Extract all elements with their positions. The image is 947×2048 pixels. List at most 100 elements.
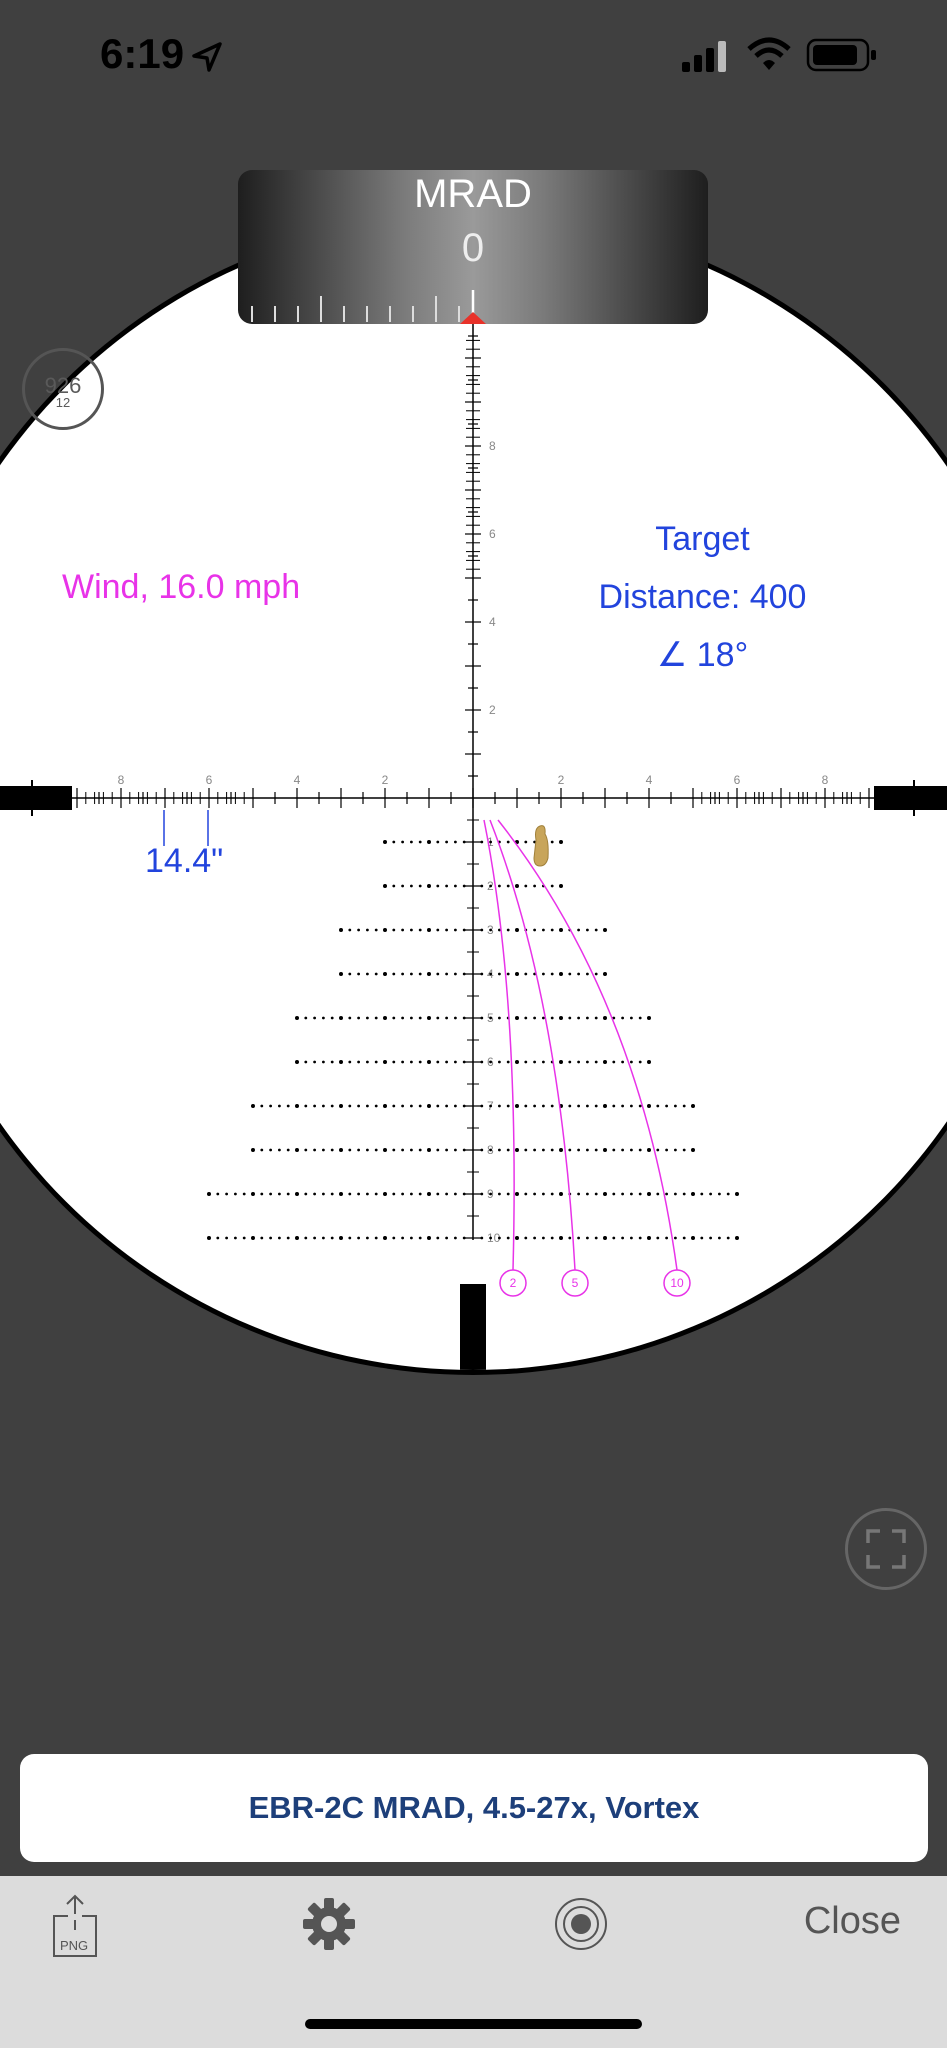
holdover-dot [542, 1016, 545, 1020]
holdover-dot [550, 1104, 554, 1108]
holdover-dot [498, 1148, 501, 1152]
holdover-dot [612, 1104, 616, 1108]
holdover-dot [313, 1016, 316, 1020]
holdover-dot [454, 840, 457, 844]
holdover-dot [480, 1148, 484, 1152]
holdover-dot [577, 1016, 580, 1020]
holdover-dot [665, 1148, 668, 1152]
holdover-dot [383, 1016, 387, 1020]
holdover-dot [251, 1148, 255, 1152]
holdover-dot [559, 884, 563, 888]
holdover-dot [401, 928, 404, 932]
right-thick-post [874, 786, 947, 810]
holdover-dot [559, 1016, 563, 1020]
holdover-dot [260, 1148, 264, 1152]
holdover-dot [568, 1148, 572, 1152]
target-distance: Distance: 400 [598, 578, 807, 616]
holdover-dot [454, 1236, 457, 1240]
holdover-dot [550, 884, 554, 888]
fullscreen-button[interactable] [845, 1508, 927, 1590]
holdover-dot [462, 840, 466, 844]
holdover-dot [515, 884, 519, 888]
holdover-dot [278, 1236, 281, 1240]
holdover-dot [524, 884, 528, 888]
holdover-dot [656, 1148, 660, 1152]
holdover-dot [559, 972, 563, 976]
target-angle: ∠ 18° [656, 636, 749, 674]
close-button[interactable]: Close [804, 1900, 901, 1943]
holdover-dot [524, 840, 528, 844]
holdover-dot [480, 1104, 484, 1108]
holdover-dot [410, 1060, 413, 1064]
bottom-thick-post [460, 1284, 486, 1370]
holdover-dot [550, 840, 554, 844]
holdover-dot [427, 1104, 431, 1108]
holdover-dot [445, 1148, 448, 1152]
holdover-dot [594, 972, 598, 976]
holdover-dot [374, 1016, 378, 1020]
holdover-dot [383, 928, 387, 932]
holdover-dot [392, 1060, 396, 1064]
holdover-dot [638, 1016, 642, 1020]
holdover-dot [515, 972, 519, 976]
holdover-dot [348, 972, 352, 976]
holdover-dot [304, 1104, 308, 1108]
holdover-dot [506, 884, 510, 888]
holdover-dot [462, 1060, 466, 1064]
holdover-dot [515, 928, 519, 932]
v-tick-label-up: 2 [489, 703, 496, 717]
h-tick-label: 8 [118, 773, 125, 787]
holdover-dot [357, 1060, 360, 1064]
holdover-dot [295, 1016, 299, 1020]
holdover-dot [401, 972, 404, 976]
holdover-dot [489, 840, 492, 844]
h-tick-label: 4 [294, 773, 301, 787]
holdover-dot [550, 1192, 554, 1196]
holdover-dot [454, 1148, 457, 1152]
holdover-dot [436, 1060, 440, 1064]
holdover-dot [542, 1192, 545, 1196]
holdover-dot [392, 972, 396, 976]
holdover-dot [630, 1104, 633, 1108]
gear-icon[interactable] [301, 1896, 357, 1952]
holdover-dot [621, 1192, 624, 1196]
holdover-dot [260, 1192, 264, 1196]
holdover-dot [489, 928, 492, 932]
holdover-dot [348, 1192, 352, 1196]
holdover-dot [445, 1192, 448, 1196]
elevation-turret[interactable]: MRAD 0 [238, 170, 708, 324]
turret-unit: MRAD [414, 172, 532, 216]
holdover-dot [515, 1016, 519, 1020]
holdover-dot [647, 1016, 651, 1020]
magnification-badge[interactable]: 926 12 [22, 348, 104, 430]
holdover-dot [647, 1192, 651, 1196]
export-png-button[interactable]: PNG [50, 1892, 104, 1962]
holdover-dot [630, 1060, 633, 1064]
holdover-dot [480, 884, 484, 888]
holdover-dot [383, 1192, 387, 1196]
holdover-dot [612, 1192, 616, 1196]
holdover-dot [586, 1060, 589, 1064]
holdover-dot [515, 1104, 519, 1108]
holdover-dot [542, 1060, 545, 1064]
holdover-dot [700, 1236, 704, 1240]
holdover-dot [330, 1060, 334, 1064]
holdover-dot [515, 1192, 519, 1196]
holdover-dot [586, 928, 589, 932]
holdover-dot [348, 1016, 352, 1020]
holdover-dot [427, 840, 431, 844]
holdover-dot [603, 1104, 607, 1108]
holdover-dot [568, 1016, 572, 1020]
holdover-dot [542, 1236, 545, 1240]
holdover-dot [410, 1148, 413, 1152]
holdover-dot [445, 972, 448, 976]
holdover-dot [489, 884, 492, 888]
holdover-dot [357, 1104, 360, 1108]
holdover-dot [594, 1192, 598, 1196]
scope-name-button[interactable]: EBR-2C MRAD, 4.5-27x, Vortex [20, 1754, 928, 1862]
holdover-dot [418, 884, 422, 888]
target-reticle-icon[interactable] [553, 1896, 609, 1952]
holdover-dot [489, 1060, 492, 1064]
holdover-dot [269, 1192, 272, 1196]
holdover-dot [577, 1104, 580, 1108]
